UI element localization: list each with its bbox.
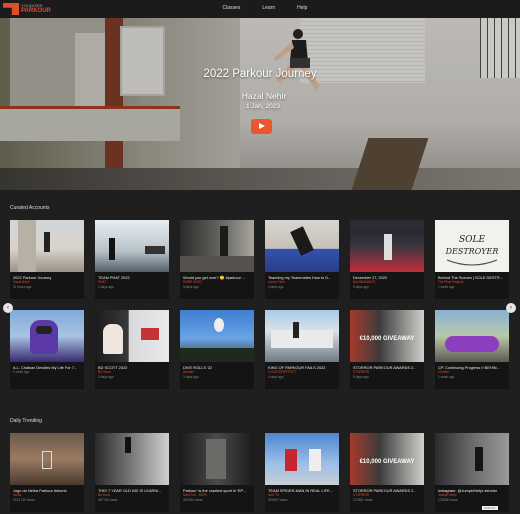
video-thumbnail[interactable]: SOLE DESTROYER [435,220,509,272]
video-card[interactable]: Would you get over? 😳 #parkour ... EMRE … [180,220,254,299]
video-thumbnail[interactable] [265,220,339,272]
video-date: 4 days ago [268,284,284,289]
video-thumbnail[interactable]: €10,000 GIVEAWAY [350,433,424,485]
video-date: 11 hours ago [13,284,32,289]
video-views: 457746 views [98,497,118,502]
video-card[interactable]: TEAM SPIDER-MAN IN REAL LIFE... NoU TV 3… [265,433,339,512]
video-thumbnail[interactable] [435,433,509,485]
section-title-trending: Daily Trending [10,418,42,424]
video-thumbnail[interactable] [95,220,169,272]
curated-row-1: 2022 Parkour Journey Hazal Nehir 11 hour… [10,220,510,299]
video-card[interactable]: Instagram: @JumperNelpi #shortz Joseph N… [435,433,509,512]
video-date: 2 days ago [98,374,114,379]
carousel-prev-button[interactable]: ‹ [3,303,13,313]
video-card[interactable]: €10,000 GIVEAWAY STORROR PARKOUR AWARDS … [350,433,424,512]
video-thumbnail[interactable] [350,220,424,272]
video-card[interactable]: Parkour' is the craziest sport in 'EP...… [180,433,254,512]
hero-title: 2022 Parkour Journey [203,68,317,80]
video-date: 2 days ago [98,284,114,289]
video-date: 5 days ago [353,284,369,289]
video-card[interactable]: €10,000 GIVEAWAY STORROR PARKOUR AWARDS … [350,310,424,389]
video-card[interactable]: CP. Continuing Progress !! BEHIN... Chri… [435,310,509,389]
video-views: 319907 views [268,497,288,502]
nav-learn[interactable]: Learn [262,5,275,11]
top-nav: YOUNGER PARKOUR Classes Learn Help [0,0,520,18]
video-card[interactable]: December 27, 2022 MAXIMANIACS 5 days ago [350,220,424,299]
video-views: 1513 119 views [13,497,35,502]
video-thumbnail[interactable] [95,310,169,362]
video-date: 1 week ago [438,374,455,379]
video-thumbnail[interactable] [95,433,169,485]
video-views: 387964 views [183,497,203,502]
scroll-indicator[interactable]: SCROLL [482,506,499,510]
video-date: 1 week ago [438,284,455,289]
play-icon[interactable] [251,119,272,134]
video-thumbnail[interactable] [10,310,84,362]
video-card[interactable]: Teaching my Teammates How to D... Lynne … [265,220,339,299]
nav-help[interactable]: Help [297,5,307,11]
video-views: 279838 views [438,497,458,502]
section-title-curated: Curated Accounts [10,205,50,211]
video-thumbnail[interactable] [180,433,254,485]
giveaway-overlay: €10,000 GIVEAWAY [359,459,415,465]
video-card[interactable]: KING OF PARKOUR FAILS 2022 COUNTEREFFECT… [265,310,339,389]
video-card[interactable]: Jogo do Nelha Parkour #shortz Nelha 1513… [10,433,84,512]
video-card[interactable]: 2022 Parkour Journey Hazal Nehir 11 hour… [10,220,84,299]
video-card[interactable]: SOLE DESTROYER Behind The Scenes | SOLE … [435,220,509,299]
hero-date: 1 Jan, 2023 [246,103,280,110]
svg-text:DESTROYER: DESTROYER [445,247,499,256]
video-thumbnail[interactable] [265,310,339,362]
video-thumbnail[interactable] [435,310,509,362]
carousel-next-button[interactable]: › [506,303,516,313]
video-thumbnail[interactable] [265,433,339,485]
main-nav: Classes Learn Help [0,5,520,11]
svg-text:SOLE: SOLE [459,235,486,245]
chevron-right-icon: › [510,305,512,311]
nav-classes[interactable]: Classes [223,5,241,11]
video-card[interactable]: DIVE ROLLS '22 Damian 3 days ago [180,310,254,389]
video-thumbnail[interactable] [10,433,84,485]
video-thumbnail[interactable] [180,310,254,362]
video-card[interactable]: THIS 7 YEAR OLD KID IS LEARNI... Bd Scot… [95,433,169,512]
curated-row-2: A.L. Chalkax Decides My Life For 7... 1 … [10,310,510,389]
video-date: 3 days ago [183,374,199,379]
video-thumbnail[interactable] [180,220,254,272]
video-card[interactable]: TEAM PHAT 2022 PHAT 2 days ago [95,220,169,299]
video-date: 3 days ago [183,284,199,289]
video-thumbnail[interactable] [10,220,84,272]
video-date: 5 days ago [353,374,369,379]
video-date: 4 days ago [268,374,284,379]
video-card[interactable]: A.L. Chalkax Decides My Life For 7... 1 … [10,310,84,389]
giveaway-overlay: €10,000 GIVEAWAY [359,336,415,342]
video-card[interactable]: BD SCOTT 2022 BD Scott 2 days ago [95,310,169,389]
sole-destroyer-graphic: SOLE DESTROYER [445,235,499,266]
hero-banner[interactable]: 2022 Parkour Journey Hazal Nehir 1 Jan, … [0,18,520,190]
video-thumbnail[interactable]: €10,000 GIVEAWAY [350,310,424,362]
video-date: 1 week ago [13,370,30,375]
video-views: 277881 views [353,497,373,502]
trending-row: Jogo do Nelha Parkour #shortz Nelha 1513… [10,433,510,512]
chevron-left-icon: ‹ [7,305,9,311]
hero-author: Hazal Nehir [241,91,287,101]
